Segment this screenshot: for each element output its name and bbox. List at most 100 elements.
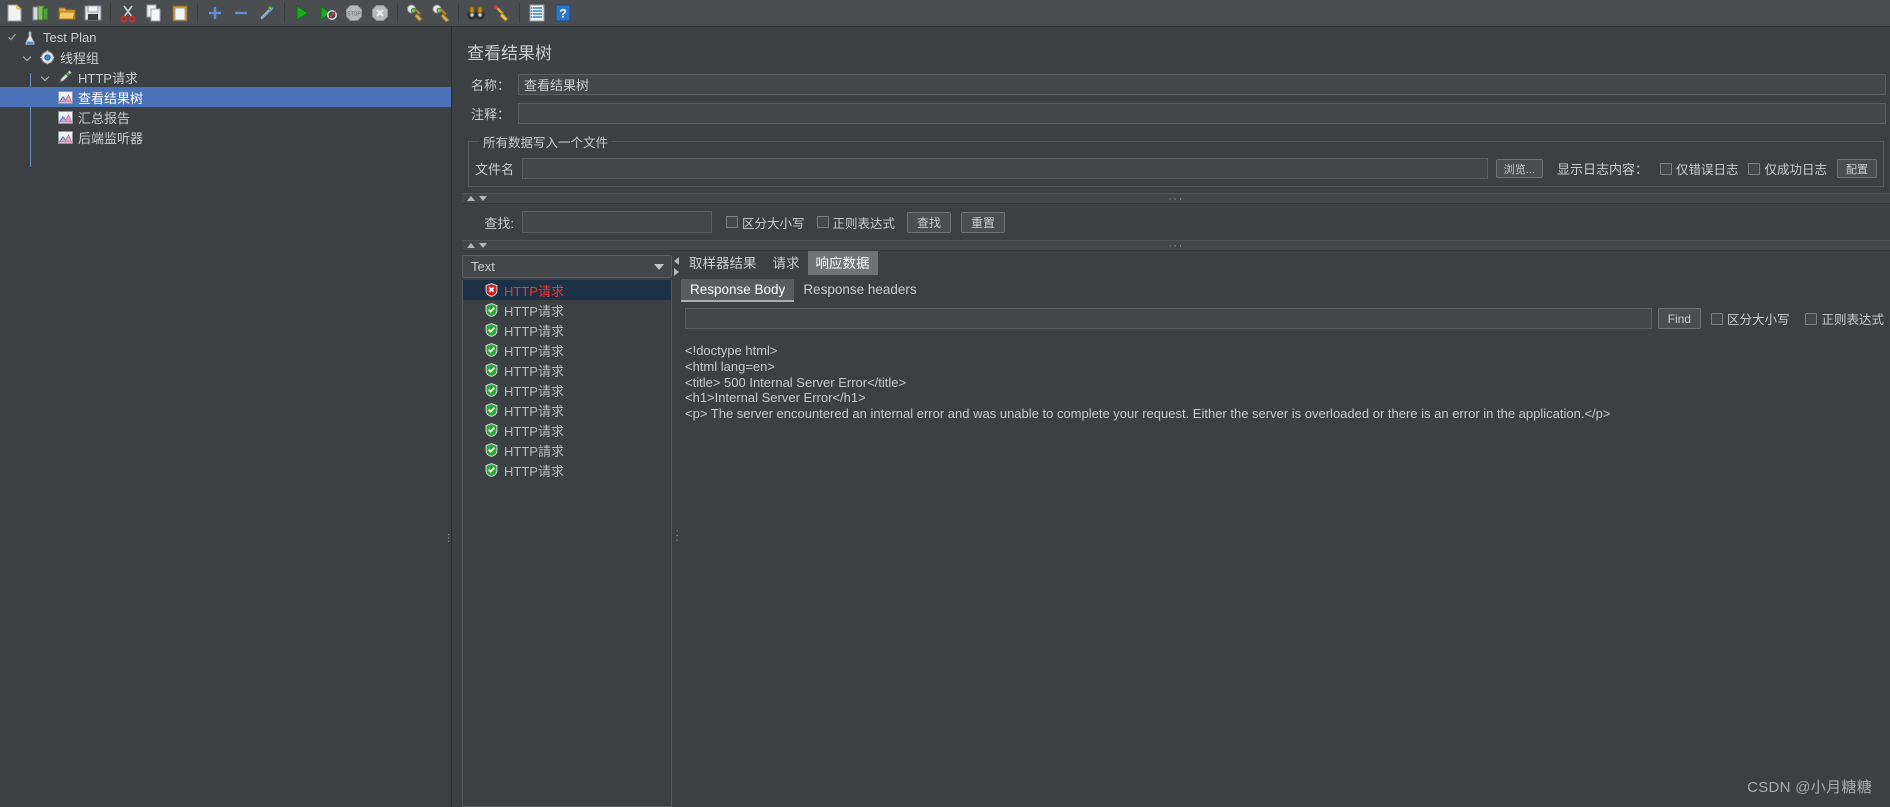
splitter-grip-icon[interactable]: ··· [1168, 193, 1184, 204]
result-list-item[interactable]: HTTP请求 [463, 460, 671, 480]
tree-item-thread-group[interactable]: 线程组 [0, 47, 451, 67]
sample-detail-pane: 取样器结果 请求 响应数据 Response Body Response header… [681, 251, 1890, 807]
clear-button[interactable] [402, 1, 428, 25]
checkbox-box-icon[interactable] [726, 216, 738, 228]
tree-item-label: 查看结果树 [78, 90, 144, 106]
filename-label: 文件名 [475, 162, 515, 177]
tree-item-summary-report[interactable]: 汇总报告 [0, 107, 451, 127]
detail-tab[interactable]: 响应数据 [807, 251, 878, 275]
response-subtab[interactable]: Response Body [681, 279, 795, 302]
name-input[interactable] [518, 74, 1886, 95]
result-list-item[interactable]: HTTP请求 [463, 400, 671, 420]
shutdown-button[interactable] [367, 1, 393, 25]
result-list-item[interactable]: HTTP请求 [463, 300, 671, 320]
search-regex-checkbox[interactable]: 正则表达式 [816, 213, 895, 232]
response-body-text[interactable]: <!doctype html> <html lang=en> <title> 5… [681, 335, 1890, 807]
success-shield-icon [485, 303, 498, 317]
collapse-down-icon[interactable] [479, 243, 487, 248]
start-button[interactable] [289, 1, 315, 25]
help-button[interactable]: ? [550, 1, 576, 25]
find-button[interactable]: 查找 [907, 211, 952, 233]
search-button[interactable] [463, 1, 489, 25]
result-list-item[interactable]: HTTP请求 [463, 280, 671, 300]
tree-splitter-handle[interactable]: ··· [443, 527, 451, 549]
tree-item-backend-listener[interactable]: 后端监听器 [0, 127, 451, 147]
chevron-down-icon[interactable] [654, 263, 664, 270]
result-list-item[interactable]: HTTP请求 [463, 420, 671, 440]
result-item-label: HTTP请求 [504, 283, 564, 299]
checkbox-box-icon[interactable] [1710, 312, 1723, 325]
splitter-strip-upper[interactable]: ··· [462, 193, 1890, 204]
splitter-arrows[interactable] [467, 243, 487, 248]
successes-only-checkbox[interactable]: 仅成功日志 [1748, 159, 1827, 178]
new-button[interactable] [2, 1, 28, 25]
tree-item-view-results-tree[interactable]: 查看结果树 [0, 87, 451, 107]
function-helper-button[interactable] [524, 1, 550, 25]
collapse-down-icon[interactable] [479, 196, 487, 201]
browse-button[interactable]: 浏览... [1495, 159, 1543, 178]
result-item-label: HTTP請求 [504, 443, 564, 459]
reset-search-button[interactable] [489, 1, 515, 25]
result-list-item[interactable]: HTTP请求 [463, 360, 671, 380]
results-items[interactable]: HTTP请求 HTTP请求 HTTP请求 HTTP请求 HTTP请求 HTTP请求 HTTP… [462, 280, 672, 807]
collapse-up-icon[interactable] [467, 243, 475, 248]
tree-item-test-plan[interactable]: Test Plan [0, 27, 451, 47]
collapse-up-icon[interactable] [467, 196, 475, 201]
response-regex-checkbox[interactable]: 正则表达式 [1805, 309, 1884, 328]
result-list-item[interactable]: HTTP請求 [463, 440, 671, 460]
cut-button[interactable] [115, 1, 141, 25]
tree-item-label: 线程组 [60, 50, 100, 66]
copy-button[interactable] [141, 1, 167, 25]
response-subtabs[interactable]: Response Body Response headers [681, 279, 1890, 302]
test-plan-tree[interactable]: Test Plan 线程组 HTTP请求 查看结果树 汇总报告 后端监听器 ··… [0, 27, 452, 807]
clear-all-button[interactable] [428, 1, 454, 25]
checkbox-box-icon[interactable] [816, 216, 829, 228]
open-button[interactable] [54, 1, 80, 25]
filename-input[interactable] [522, 158, 1488, 179]
response-case-sensitive-checkbox[interactable]: 区分大小写 [1710, 309, 1789, 328]
renderer-select[interactable]: Text [462, 255, 672, 278]
splitter-grip-icon[interactable]: ··· [1168, 240, 1184, 251]
results-vertical-splitter[interactable]: ··· [671, 251, 683, 807]
collapse-all-button[interactable] [228, 1, 254, 25]
toggle-button[interactable] [254, 1, 280, 25]
tree-item-http-request[interactable]: HTTP请求 [0, 67, 451, 87]
detail-tabs[interactable]: 取样器结果 请求 响应数据 [681, 251, 1890, 275]
filename-row: 文件名 浏览... 显示日志内容： 仅错误日志 仅成功日志 配置 [469, 155, 1883, 186]
reset-button[interactable]: 重置 [961, 211, 1006, 233]
comment-input[interactable] [518, 103, 1886, 124]
start-no-pauses-button[interactable] [315, 1, 341, 25]
save-button[interactable] [80, 1, 106, 25]
group-legend: 所有数据写入一个文件 [483, 136, 609, 150]
detail-tab[interactable]: 请求 [765, 251, 808, 275]
collapse-right-icon[interactable] [674, 268, 679, 276]
result-list-item[interactable]: HTTP请求 [463, 320, 671, 340]
splitter-strip-lower[interactable]: ··· [462, 240, 1890, 251]
checkbox-box-icon[interactable] [1805, 312, 1818, 325]
collapse-left-icon[interactable] [674, 257, 679, 265]
templates-button[interactable] [28, 1, 54, 25]
copy-icon [144, 3, 164, 23]
result-list-item[interactable]: HTTP请求 [463, 340, 671, 360]
paste-button[interactable] [167, 1, 193, 25]
search-input[interactable] [522, 211, 712, 233]
errors-only-label: 仅错误日志 [1675, 163, 1739, 177]
tree-expand-chevron-icon[interactable] [37, 73, 56, 82]
tree-expand-chevron-icon[interactable] [19, 53, 38, 62]
splitter-grip-icon[interactable]: ··· [671, 529, 683, 543]
configure-button[interactable]: 配置 [1837, 159, 1877, 178]
checkbox-box-icon[interactable] [1659, 162, 1672, 175]
stop-button[interactable]: STOP [341, 1, 367, 25]
expand-all-button[interactable] [202, 1, 228, 25]
result-list-item[interactable]: HTTP请求 [463, 380, 671, 400]
response-subtab[interactable]: Response headers [794, 279, 925, 302]
checkbox-box-icon[interactable] [1748, 162, 1761, 175]
response-find-input[interactable] [685, 308, 1652, 329]
detail-tab[interactable]: 取样器结果 [681, 251, 765, 275]
response-find-button[interactable]: Find [1657, 308, 1701, 329]
templates-icon [31, 3, 51, 23]
search-case-sensitive-checkbox[interactable]: 区分大小写 [726, 213, 805, 232]
errors-only-checkbox[interactable]: 仅错误日志 [1659, 159, 1739, 178]
tree-item-label: Test Plan [43, 29, 97, 45]
splitter-arrows[interactable] [467, 196, 487, 201]
